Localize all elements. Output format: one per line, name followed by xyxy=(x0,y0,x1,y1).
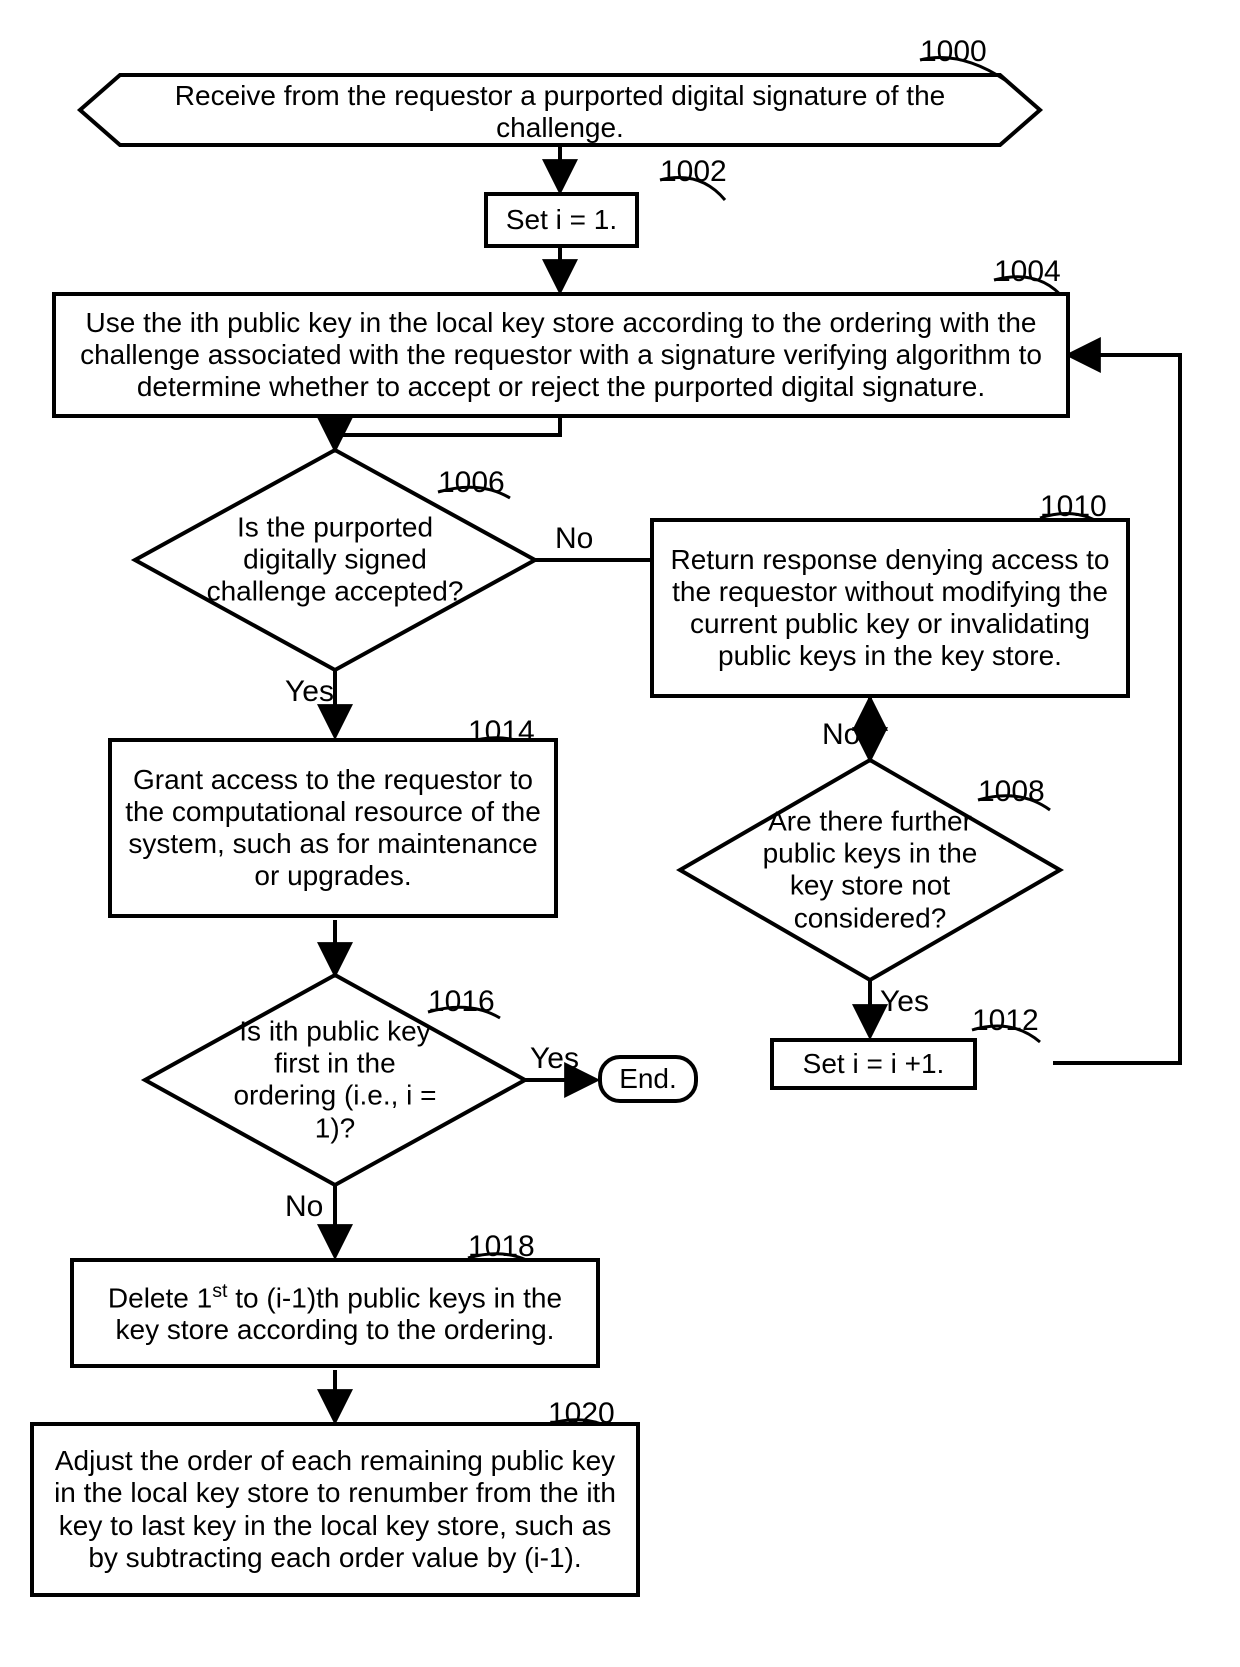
label-1010: 1010 xyxy=(1040,490,1107,525)
label-1012: 1012 xyxy=(972,1004,1039,1039)
terminator-end-text: End. xyxy=(619,1063,677,1095)
process-1020-text: Adjust the order of each remaining publi… xyxy=(46,1445,624,1574)
edge-no-1016: No xyxy=(285,1190,323,1225)
label-1004: 1004 xyxy=(994,255,1061,290)
process-1014-text: Grant access to the requestor to the com… xyxy=(124,764,542,893)
label-1008: 1008 xyxy=(978,775,1045,810)
label-1002: 1002 xyxy=(660,155,727,190)
edge-yes-1008: Yes xyxy=(880,985,929,1020)
process-1012-text: Set i = i +1. xyxy=(803,1048,945,1080)
process-1018-text: Delete 1st to (i-1)th public keys in the… xyxy=(86,1280,584,1347)
process-1002-text: Set i = 1. xyxy=(506,204,617,236)
edge-yes-1016: Yes xyxy=(530,1042,579,1077)
process-1018: Delete 1st to (i-1)th public keys in the… xyxy=(70,1258,600,1368)
process-1020: Adjust the order of each remaining publi… xyxy=(30,1422,640,1597)
label-1016: 1016 xyxy=(428,985,495,1020)
label-1000: 1000 xyxy=(920,35,987,70)
label-1018: 1018 xyxy=(468,1230,535,1265)
process-1010-text: Return response denying access to the re… xyxy=(666,544,1114,673)
process-1014: Grant access to the requestor to the com… xyxy=(108,738,558,918)
process-1012: Set i = i +1. xyxy=(770,1038,977,1090)
process-1004-text: Use the ith public key in the local key … xyxy=(68,307,1054,404)
label-1020: 1020 xyxy=(548,1397,615,1432)
decision-1008-text: Are there further public keys in the key… xyxy=(745,806,995,935)
t1018a: Delete 1 xyxy=(108,1282,212,1313)
decision-1016-text: Is ith public key first in the ordering … xyxy=(220,1016,450,1145)
label-1006: 1006 xyxy=(438,466,505,501)
edge-no-1008: No xyxy=(822,718,860,753)
t1018b: st xyxy=(212,1280,227,1302)
terminator-1000-text: Receive from the requestor a purported d… xyxy=(120,80,1000,144)
process-1002: Set i = 1. xyxy=(484,192,639,248)
process-1010: Return response denying access to the re… xyxy=(650,518,1130,698)
edge-yes-1006: Yes xyxy=(285,675,334,710)
label-1014: 1014 xyxy=(468,715,535,750)
decision-1006-text: Is the purported digitally signed challe… xyxy=(205,512,465,609)
process-1004: Use the ith public key in the local key … xyxy=(52,292,1070,418)
edge-no-1006: No xyxy=(555,522,593,557)
terminator-end: End. xyxy=(598,1055,698,1103)
